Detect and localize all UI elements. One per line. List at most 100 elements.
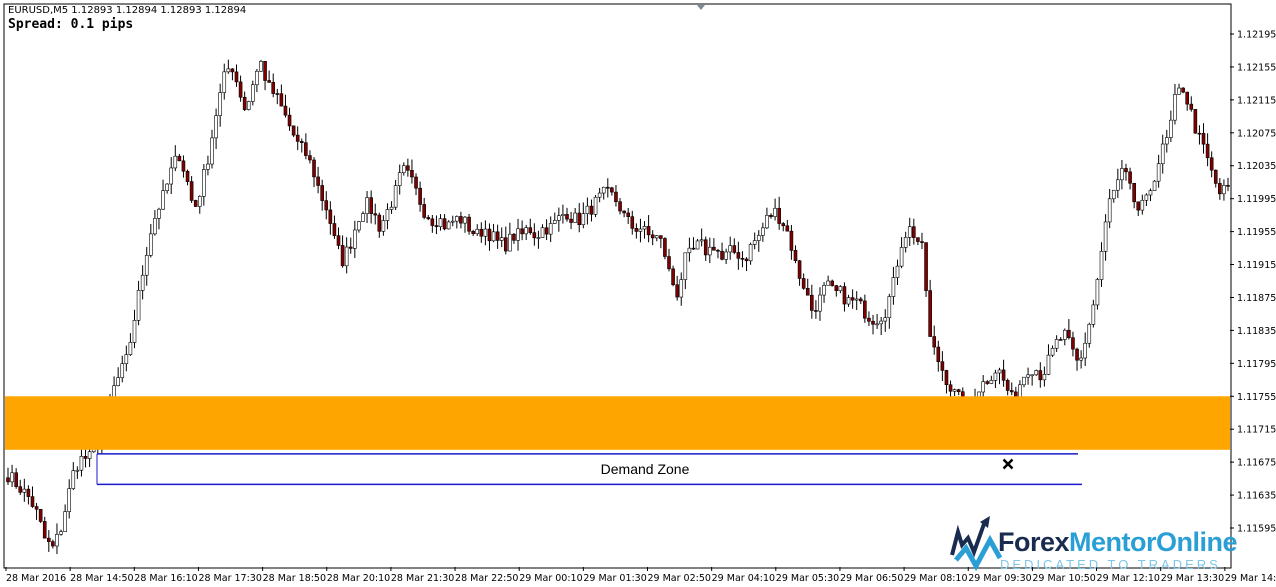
candle bbox=[210, 129, 214, 169]
candle-body bbox=[51, 541, 55, 547]
candle bbox=[822, 282, 826, 303]
candle-body bbox=[724, 251, 728, 260]
candle bbox=[373, 203, 378, 225]
candle-body bbox=[916, 237, 920, 242]
candle-body bbox=[136, 290, 141, 321]
candle bbox=[22, 478, 27, 502]
candle-body bbox=[520, 228, 524, 235]
candle bbox=[993, 369, 998, 389]
candle-body bbox=[818, 294, 822, 312]
candle-body bbox=[1193, 109, 1198, 134]
candle bbox=[626, 207, 631, 224]
candle-body bbox=[1205, 143, 1210, 159]
candle bbox=[83, 449, 88, 468]
candle bbox=[989, 375, 994, 385]
candle bbox=[679, 272, 684, 306]
candle bbox=[557, 207, 561, 232]
candle bbox=[867, 311, 871, 326]
candle-body bbox=[569, 218, 573, 223]
candle bbox=[348, 237, 353, 254]
candle-body bbox=[1050, 347, 1055, 356]
candle-body bbox=[1140, 199, 1145, 211]
candle bbox=[1054, 335, 1059, 353]
candle-body bbox=[752, 240, 757, 245]
candle-body bbox=[1132, 182, 1136, 203]
x-tick-label: 29 Mar 01:30 bbox=[583, 573, 646, 584]
candle bbox=[1005, 378, 1010, 396]
candle bbox=[638, 218, 643, 243]
candle bbox=[744, 257, 749, 272]
candle bbox=[773, 198, 777, 221]
candle-body bbox=[1111, 189, 1116, 200]
candle-body bbox=[1091, 304, 1096, 325]
candle bbox=[569, 211, 573, 230]
x-mark-icon bbox=[1002, 458, 1014, 470]
candle-body bbox=[740, 258, 745, 260]
price-chart[interactable]: Demand Zone 1.12195 1.12155 1.12115 1.12075… bbox=[0, 0, 1276, 587]
candle bbox=[1209, 151, 1214, 178]
candle-body bbox=[132, 320, 137, 343]
candle bbox=[10, 464, 14, 487]
candle-body bbox=[663, 238, 667, 257]
candle bbox=[765, 207, 769, 230]
candle-body bbox=[34, 506, 39, 510]
candle bbox=[1083, 332, 1087, 366]
y-tick-label: 1.12115 bbox=[1237, 95, 1276, 106]
candle bbox=[267, 70, 271, 83]
candle-body bbox=[605, 186, 610, 189]
candle bbox=[834, 284, 839, 297]
candle-body bbox=[189, 181, 194, 201]
candle-body bbox=[38, 508, 43, 522]
candle bbox=[654, 235, 659, 242]
candle-body bbox=[79, 456, 84, 471]
candle-body bbox=[116, 377, 120, 387]
candle-body bbox=[1058, 339, 1063, 341]
candle bbox=[752, 232, 757, 250]
candle bbox=[1144, 193, 1149, 207]
candle-body bbox=[1030, 374, 1034, 377]
y-tick-label: 1.12075 bbox=[1237, 128, 1276, 139]
candle bbox=[544, 219, 549, 241]
candle bbox=[51, 539, 55, 549]
candle bbox=[577, 203, 582, 233]
candle-body bbox=[659, 235, 663, 239]
candle-body bbox=[1173, 94, 1177, 121]
candle bbox=[389, 201, 394, 214]
candle bbox=[1022, 376, 1026, 388]
candle bbox=[1116, 168, 1120, 198]
candle-body bbox=[597, 192, 602, 198]
candle-body bbox=[920, 241, 924, 243]
candle-body bbox=[161, 190, 165, 210]
candle bbox=[916, 237, 920, 245]
candle bbox=[777, 196, 781, 230]
candle-body bbox=[267, 80, 271, 83]
candle bbox=[418, 181, 422, 212]
candle bbox=[1189, 96, 1194, 112]
candle bbox=[157, 207, 161, 230]
scroll-marker-icon[interactable] bbox=[697, 5, 705, 10]
candle bbox=[467, 213, 471, 235]
candle bbox=[495, 224, 500, 249]
candle bbox=[295, 126, 300, 151]
candle-body bbox=[1209, 157, 1214, 171]
candle-body bbox=[475, 228, 480, 235]
candle-body bbox=[299, 141, 304, 143]
candle-body bbox=[708, 246, 712, 256]
candle-body bbox=[55, 534, 59, 547]
candle bbox=[805, 278, 810, 296]
candle bbox=[275, 88, 280, 105]
candle bbox=[1071, 331, 1075, 357]
candle bbox=[1001, 359, 1006, 387]
x-tick-label: 29 Mar 04:10 bbox=[712, 573, 775, 584]
candle-body bbox=[181, 160, 186, 172]
candle-body bbox=[483, 228, 488, 237]
candle bbox=[846, 294, 851, 307]
candle bbox=[863, 294, 867, 323]
candle-body bbox=[573, 212, 577, 223]
candle bbox=[883, 309, 888, 332]
candle-body bbox=[871, 320, 875, 325]
candle-body bbox=[887, 296, 892, 318]
candle-body bbox=[761, 227, 765, 236]
candle-body bbox=[1022, 376, 1026, 386]
candle bbox=[242, 91, 247, 112]
